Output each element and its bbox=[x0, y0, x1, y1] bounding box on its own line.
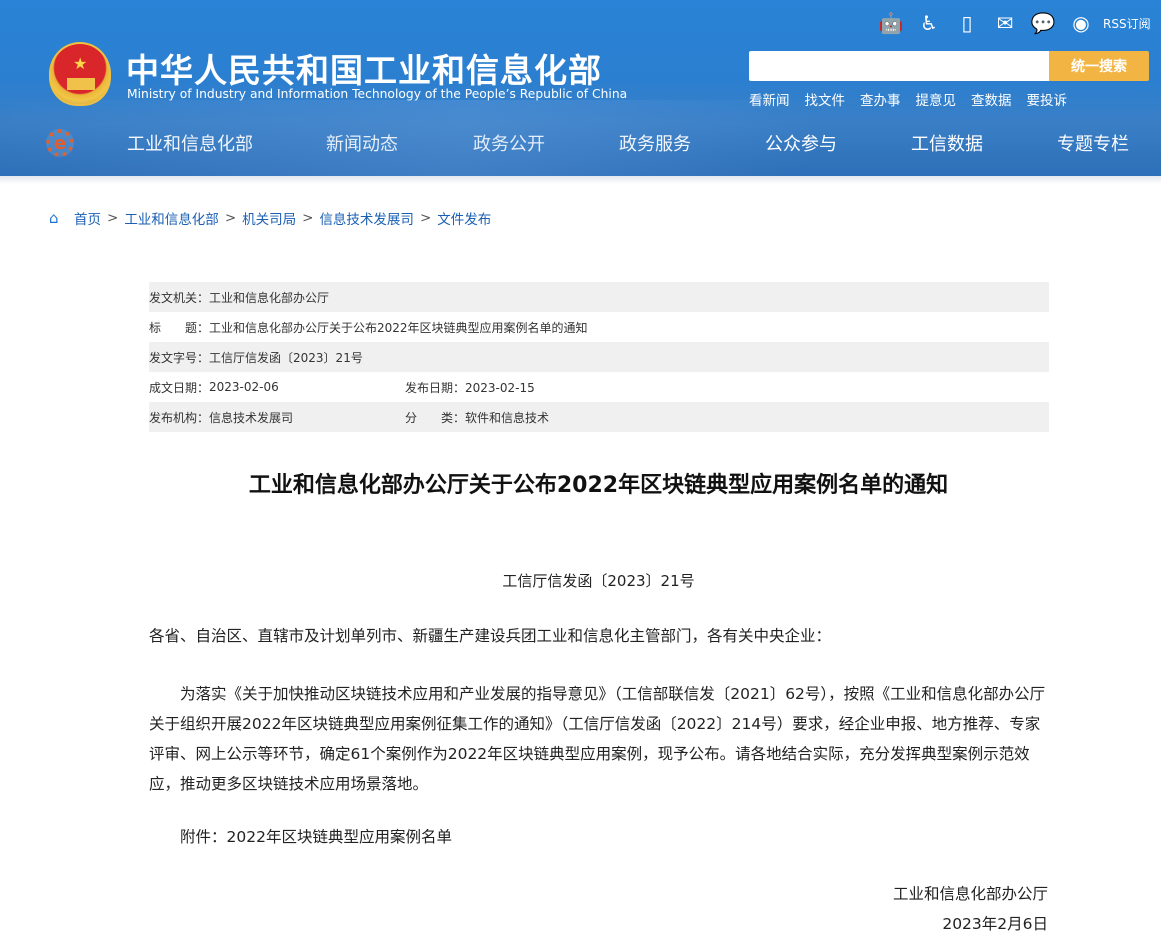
quick-link[interactable]: 查数据 bbox=[971, 89, 1012, 109]
quick-link[interactable]: 查办事 bbox=[860, 89, 901, 109]
nav-item[interactable]: 新闻动态 bbox=[326, 130, 398, 156]
meta-value: 2023-02-15 bbox=[465, 380, 535, 395]
breadcrumb: ⌂ 首页 > 工业和信息化部 > 机关司局 > 信息技术发展司 > 文件发布 bbox=[49, 208, 491, 228]
meta-label: 成文日期： bbox=[149, 380, 210, 395]
national-emblem-logo: ★ bbox=[49, 42, 111, 106]
robot-assistant-icon[interactable]: 🤖 bbox=[872, 10, 910, 36]
nav-item[interactable]: 专题专栏 bbox=[1057, 130, 1129, 156]
breadcrumb-separator: > bbox=[419, 210, 432, 226]
meta-row-org: 发布机构： 信息技术发展司 分 类：软件和信息技术 bbox=[149, 402, 1049, 432]
nav-item[interactable]: 公众参与 bbox=[765, 130, 837, 156]
meta-label: 分 类： bbox=[405, 410, 466, 425]
site-title: 中华人民共和国工业和信息化部 bbox=[126, 51, 602, 90]
breadcrumb-link[interactable]: 信息技术发展司 bbox=[319, 208, 414, 228]
article-date: 2023年2月6日 bbox=[942, 915, 1048, 933]
article-attachment[interactable]: 附件：2022年区块链典型应用案例名单 bbox=[149, 822, 1049, 852]
quick-link[interactable]: 要投诉 bbox=[1027, 89, 1068, 109]
article-salutation: 各省、自治区、直辖市及计划单列市、新疆生产建设兵团工业和信息化主管部门，各有关中… bbox=[149, 627, 832, 645]
meta-value: 2023-02-06 bbox=[209, 380, 279, 394]
accessibility-icon[interactable]: ♿ bbox=[910, 10, 948, 36]
meta-label: 发布机构： bbox=[149, 410, 210, 425]
breadcrumb-link[interactable]: 机关司局 bbox=[242, 208, 296, 228]
mail-icon[interactable]: ✉ bbox=[986, 10, 1024, 36]
article-title: 工业和信息化部办公厅关于公布2022年区块链典型应用案例名单的通知 bbox=[248, 473, 949, 498]
breadcrumb-link[interactable]: 工业和信息化部 bbox=[124, 208, 219, 228]
article-body: 为落实《关于加快推动区块链技术应用和产业发展的指导意见》（工信部联信发〔2021… bbox=[149, 685, 1046, 793]
meta-value: 工业和信息化部办公厅 bbox=[209, 290, 330, 305]
nav-item[interactable]: 政务服务 bbox=[619, 130, 691, 156]
meta-label: 标 题： bbox=[149, 320, 210, 335]
weibo-icon[interactable]: ◉ bbox=[1062, 10, 1100, 36]
breadcrumb-separator: > bbox=[224, 210, 237, 226]
meta-label: 发文字号： bbox=[149, 350, 210, 365]
quick-links: 看新闻 找文件 查办事 提意见 查数据 要投诉 bbox=[749, 89, 1067, 109]
search-button[interactable]: 统一搜索 bbox=[1049, 51, 1149, 81]
mobile-icon[interactable]: ▯ bbox=[948, 10, 986, 36]
breadcrumb-link[interactable]: 文件发布 bbox=[437, 208, 491, 228]
quick-link[interactable]: 看新闻 bbox=[749, 89, 790, 109]
search-bar: 统一搜索 bbox=[749, 51, 1149, 81]
rss-link[interactable]: RSS订阅 bbox=[1103, 15, 1151, 32]
site-subtitle: Ministry of Industry and Information Tec… bbox=[127, 87, 628, 101]
article-docno: 工信厅信发函〔2023〕21号 bbox=[502, 572, 695, 590]
meta-value: 软件和信息技术 bbox=[465, 410, 550, 425]
home-icon: ⌂ bbox=[49, 209, 59, 227]
breadcrumb-separator: > bbox=[302, 210, 314, 226]
nav-item[interactable]: 政务公开 bbox=[473, 130, 545, 156]
toolbar: 🤖 ♿ ▯ ✉ 💬 ◉ RSS订阅 bbox=[872, 10, 1151, 36]
document-meta-table: 发文机关： 工业和信息化部办公厅 标 题： 工业和信息化部办公厅关于公布2022年区… bbox=[149, 282, 1049, 432]
meta-value: 工信厅信发函〔2023〕21号 bbox=[209, 350, 363, 365]
meta-label: 发布日期： bbox=[405, 380, 466, 395]
site-header: ★ 中华人民共和国工业和信息化部 Ministry of Industry an… bbox=[0, 0, 1161, 176]
wechat-icon[interactable]: 💬 bbox=[1024, 10, 1062, 36]
meta-row-dates: 成文日期： 2023-02-06 发布日期：2023-02-15 bbox=[149, 372, 1049, 402]
quick-link[interactable]: 找文件 bbox=[805, 89, 846, 109]
nav-item[interactable]: 工业和信息化部 bbox=[127, 130, 253, 156]
meta-row-docno: 发文字号： 工信厅信发函〔2023〕21号 bbox=[149, 342, 1049, 372]
header-shadow bbox=[0, 176, 1161, 184]
meta-value: 工业和信息化部办公厅关于公布2022年区块链典型应用案例名单的通知 bbox=[209, 320, 588, 335]
meta-label: 发文机关： bbox=[149, 290, 210, 305]
quick-link[interactable]: 提意见 bbox=[916, 89, 957, 109]
meta-row-issuer: 发文机关： 工业和信息化部办公厅 bbox=[149, 282, 1049, 312]
article-signer: 工业和信息化部办公厅 bbox=[892, 885, 1048, 903]
meta-value: 信息技术发展司 bbox=[209, 410, 294, 425]
gov-logo-icon[interactable]: e bbox=[46, 129, 74, 157]
nav-item[interactable]: 工信数据 bbox=[911, 130, 983, 156]
breadcrumb-link[interactable]: 首页 bbox=[74, 208, 101, 228]
meta-row-title: 标 题： 工业和信息化部办公厅关于公布2022年区块链典型应用案例名单的通知 bbox=[149, 312, 1049, 342]
breadcrumb-separator: > bbox=[107, 210, 119, 226]
search-input[interactable] bbox=[749, 51, 1049, 81]
